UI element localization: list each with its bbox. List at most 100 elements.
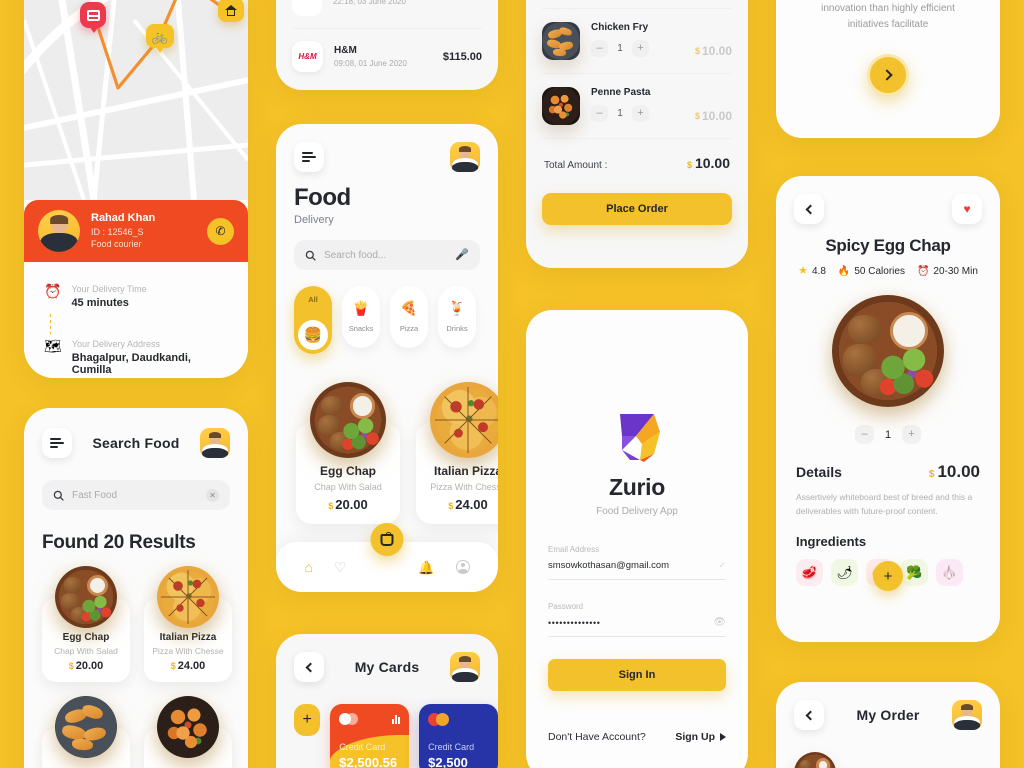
courier-marker[interactable]: 🚲 xyxy=(146,24,174,48)
nav-heart-icon[interactable]: ♡ xyxy=(334,560,347,574)
star-icon: ★ xyxy=(798,265,808,277)
order-item[interactable]: Egg Chaap xyxy=(776,730,1000,768)
ingredient-garlic-icon[interactable]: 🧄 xyxy=(936,559,963,587)
filter-icon xyxy=(50,438,64,448)
delivery-address-value: Bhagalpur, Daudkandi, Cumilla xyxy=(71,352,191,376)
food-item-currency: $ xyxy=(328,501,334,511)
phone-icon: ✆ xyxy=(215,224,226,238)
food-detail-image xyxy=(832,295,944,407)
food-detail-card: ♥ Spicy Egg Chap ★ 4.8 🔥 50 Calories ⏰ 2… xyxy=(776,176,1000,642)
category-drinks[interactable]: 🍹 Drinks xyxy=(438,286,476,348)
cart-item[interactable]: Chicken Fry – 1 + $ 10.00 xyxy=(542,9,732,73)
user-avatar[interactable] xyxy=(450,142,480,172)
increment-button[interactable]: + xyxy=(902,425,921,444)
back-button[interactable] xyxy=(794,700,824,730)
user-avatar[interactable] xyxy=(200,428,230,458)
decrement-button[interactable]: – xyxy=(855,425,874,444)
food-search-input[interactable]: Search food... 🎤 xyxy=(294,240,480,270)
food-item-card[interactable]: Italian Pizza Pizza With Chesse $ 24.00 xyxy=(416,382,498,524)
credit-card-item[interactable]: Credit Card $2,500 xyxy=(419,704,498,768)
increment-button[interactable]: + xyxy=(632,105,649,122)
add-card-button[interactable]: + xyxy=(294,704,321,736)
chevron-left-icon xyxy=(305,662,316,672)
quantity-stepper[interactable]: – 1 + xyxy=(776,425,1000,444)
transaction-amount: $115.00 xyxy=(442,50,482,63)
filter-button[interactable] xyxy=(294,142,324,172)
rating-text: 4.8 xyxy=(812,266,826,277)
search-result-item[interactable] xyxy=(42,696,130,768)
nav-bell-icon[interactable]: 🔔 xyxy=(418,561,434,574)
filter-button[interactable] xyxy=(42,428,72,458)
search-result-item[interactable]: Egg Chap Chap With Salad $ 20.00 xyxy=(42,566,130,682)
ingredient-meat-icon[interactable]: 🥩 xyxy=(796,559,823,587)
transaction-row[interactable]: H&M H&M 09:08, 01 June 2020 $115.00 xyxy=(292,29,482,72)
pizza-icon: 🍕 xyxy=(400,300,418,316)
category-snacks[interactable]: 🍟 Snacks xyxy=(342,286,380,348)
food-item-name: Italian Pizza xyxy=(433,464,498,478)
chevron-left-icon xyxy=(805,204,816,214)
decrement-button[interactable]: – xyxy=(591,105,608,122)
cart-fab[interactable] xyxy=(370,523,404,556)
search-icon xyxy=(53,490,64,501)
ingredient-broccoli-icon[interactable]: 🥦 xyxy=(901,559,928,587)
food-item-name: Egg Chap xyxy=(320,464,376,478)
transactions-card: 22:18, 03 June 2020 H&M H&M 09:08, 01 Ju… xyxy=(276,0,498,90)
result-name: Egg Chap xyxy=(62,632,110,643)
password-field[interactable]: •••••••••••••• 👁 xyxy=(548,611,726,637)
nav-profile-icon[interactable] xyxy=(455,560,470,574)
food-item-card[interactable]: Egg Chap Chap With Salad $ 20.00 xyxy=(296,382,400,524)
onboarding-body: Completely empower user-centric innovati… xyxy=(821,2,955,31)
search-result-item[interactable] xyxy=(144,696,232,768)
microphone-icon[interactable]: 🎤 xyxy=(455,249,469,261)
quantity-value: 1 xyxy=(617,108,623,119)
time-text: 20-30 Min xyxy=(933,266,978,277)
user-avatar[interactable] xyxy=(450,652,480,682)
search-input[interactable]: Fast Food ✕ xyxy=(42,480,230,510)
user-avatar[interactable] xyxy=(952,700,982,730)
food-item-price: 20.00 xyxy=(335,497,368,512)
calories-meta: 🔥 50 Calories xyxy=(838,266,905,277)
decrement-button[interactable]: – xyxy=(591,40,608,57)
call-courier-button[interactable]: ✆ xyxy=(207,217,234,245)
search-result-item[interactable]: Italian Pizza Pizza With Chesse $ 24.00 xyxy=(144,566,232,682)
back-button[interactable] xyxy=(794,194,824,224)
close-icon[interactable]: ✕ xyxy=(206,488,219,502)
delivery-map[interactable]: 🚲 xyxy=(24,0,248,200)
email-label: Email Address xyxy=(548,545,600,554)
courier-role: Food courier xyxy=(91,239,142,250)
favorite-button[interactable]: ♥ xyxy=(952,194,982,224)
cart-item[interactable]: Penne Pasta – 1 + $ 10.00 xyxy=(542,74,732,138)
add-ingredient-button[interactable]: + xyxy=(873,561,903,592)
nav-home-icon[interactable]: ⌂ xyxy=(304,560,312,574)
place-order-button[interactable]: Place Order xyxy=(542,193,732,225)
credit-card-amount: $2,500 xyxy=(428,755,468,768)
delivery-time-label: Your Delivery Time xyxy=(71,284,147,294)
result-desc: Pizza With Chesse xyxy=(152,646,224,656)
category-label: All xyxy=(308,295,318,304)
zurio-logo xyxy=(620,414,660,462)
back-button[interactable] xyxy=(294,652,324,682)
credit-card-item[interactable]: Credit Card $2,500.56 xyxy=(330,704,410,768)
eye-off-icon[interactable]: 👁 xyxy=(713,617,726,628)
sign-in-button[interactable]: Sign In xyxy=(548,659,726,691)
food-detail-title: Spicy Egg Chap xyxy=(825,236,951,255)
alarm-clock-icon: ⏰ xyxy=(44,283,62,299)
store-marker[interactable] xyxy=(80,2,106,28)
category-pizza[interactable]: 🍕 Pizza xyxy=(390,286,428,348)
increment-button[interactable]: + xyxy=(632,40,649,57)
email-field[interactable]: smsowkothasan@gmail.com ✓ xyxy=(548,554,726,580)
courier-info-strip: Rahad Khan ID : 12546_S Food courier ✆ xyxy=(24,200,248,262)
ingredient-chili-icon[interactable]: 🌶 xyxy=(831,559,858,587)
map-pin-icon: 🗺 xyxy=(44,338,62,354)
quantity-value: 1 xyxy=(617,43,623,54)
no-account-text: Don't Have Account? xyxy=(548,731,646,743)
home-marker[interactable] xyxy=(218,0,244,22)
delivery-time-value: 45 minutes xyxy=(71,297,129,309)
onboarding-next-button[interactable] xyxy=(867,54,909,96)
sign-up-link[interactable]: Sign Up xyxy=(675,731,726,743)
food-description: Assertively whiteboard best of breed and… xyxy=(796,492,973,516)
store-icon xyxy=(86,9,100,21)
transaction-row-partial[interactable]: 22:18, 03 June 2020 xyxy=(292,0,482,28)
screenshot-canvas: 🚲 Rahad Khan ID : 12546_S Food courier ✆… xyxy=(0,0,1024,768)
category-all[interactable]: All 🍔 xyxy=(294,286,332,354)
